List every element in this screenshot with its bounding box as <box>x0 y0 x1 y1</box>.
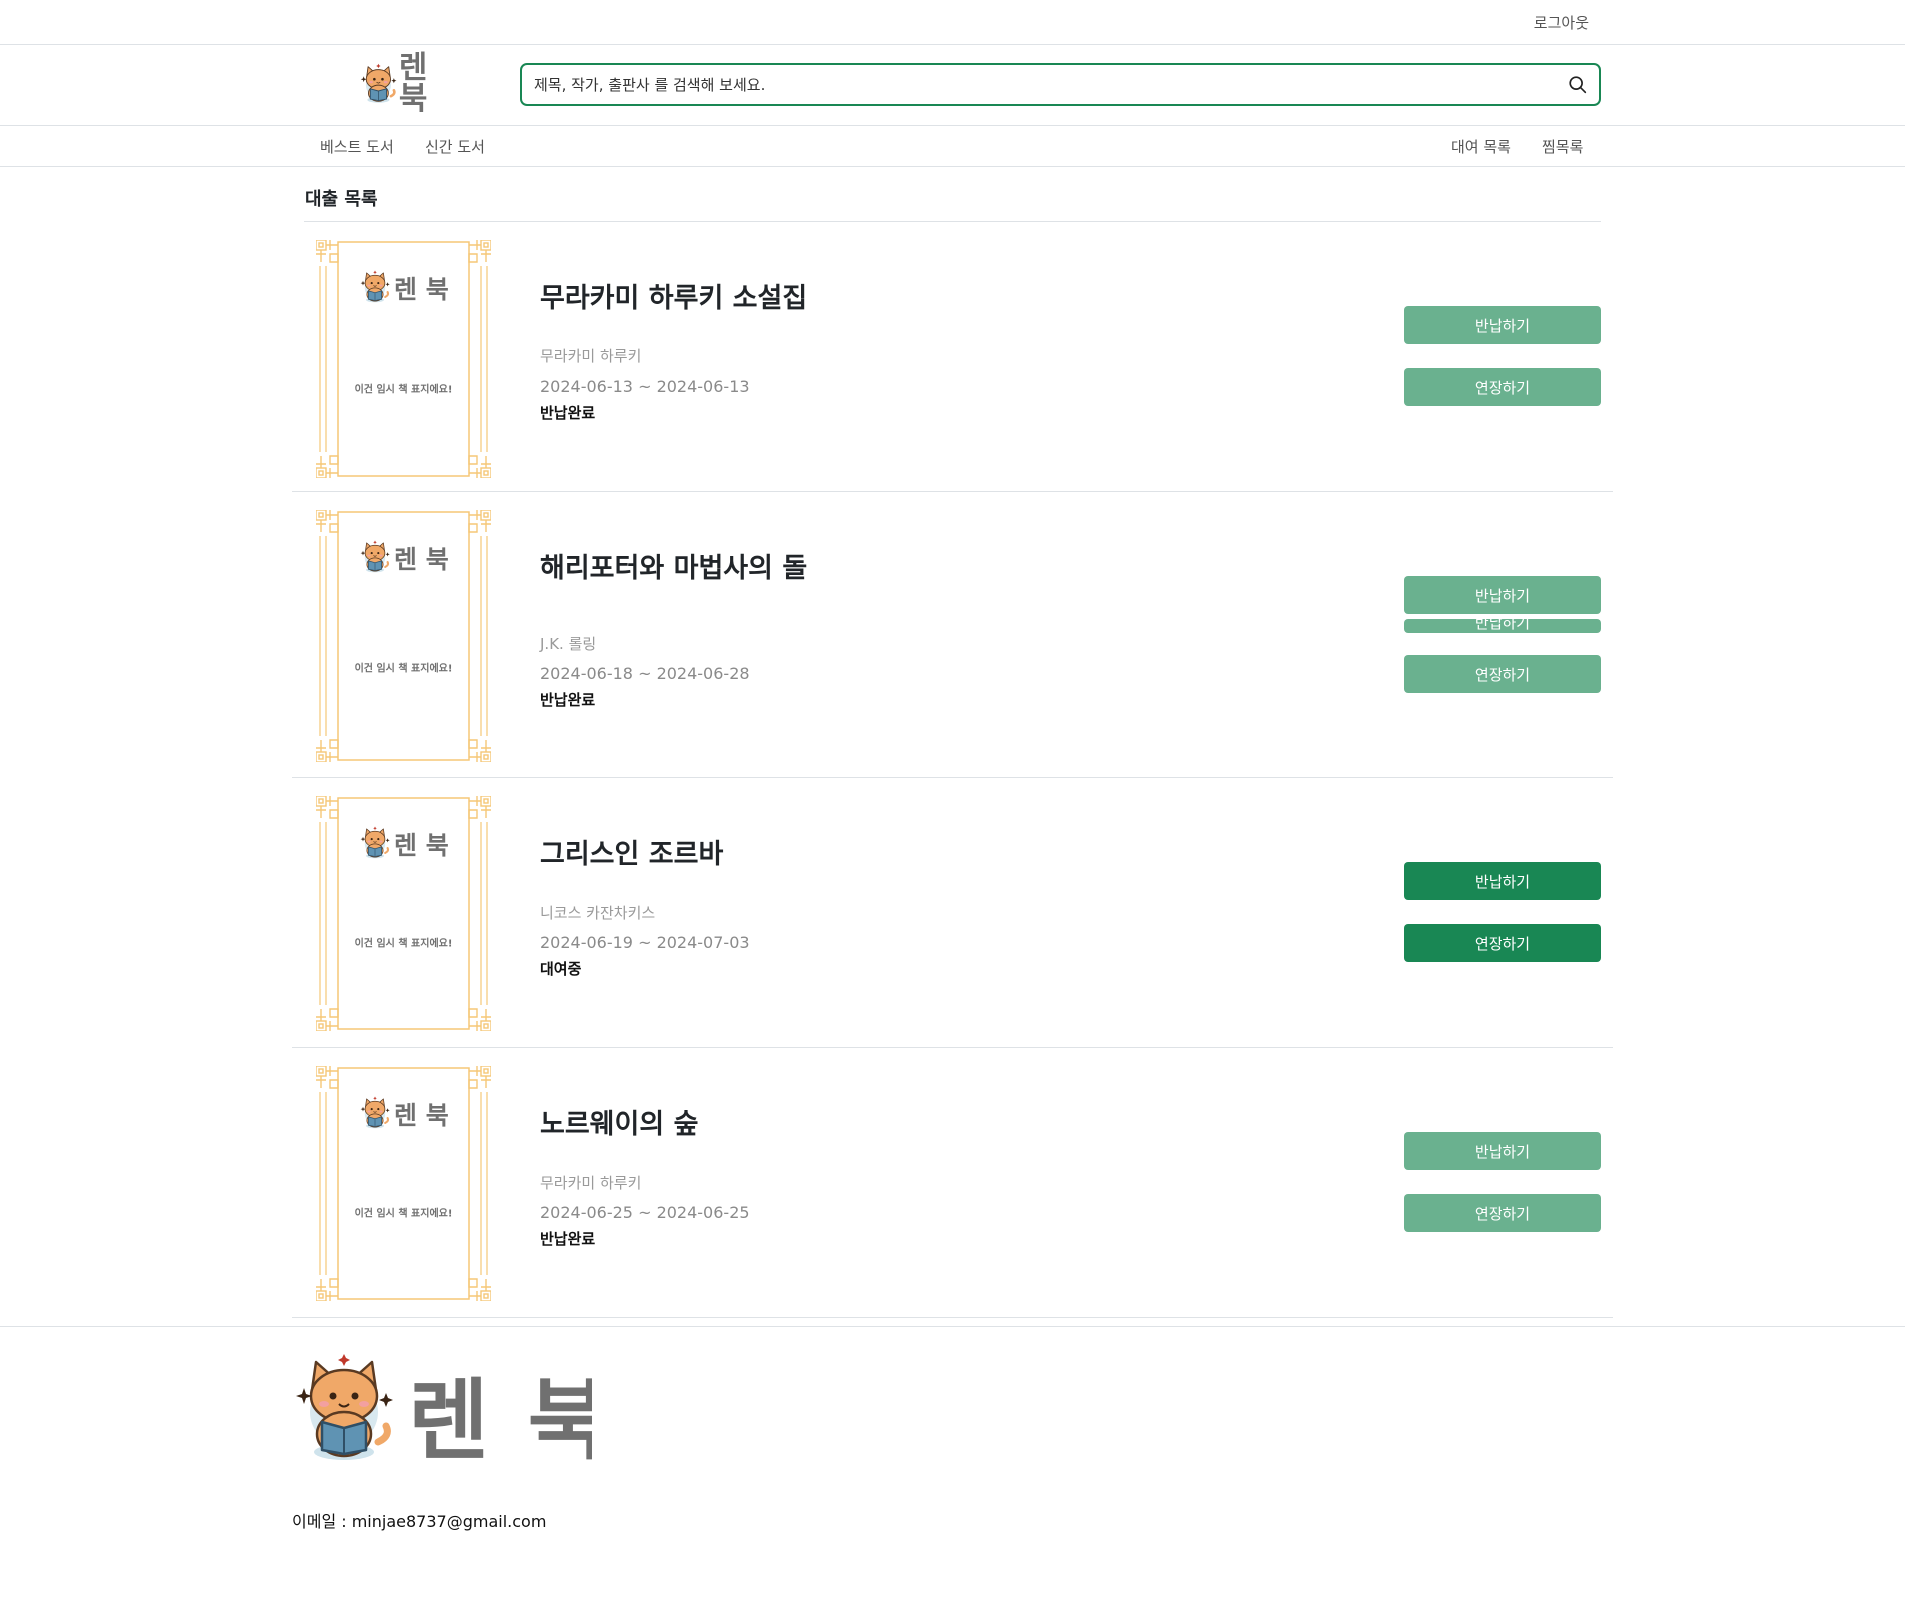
book-cover[interactable]: 렌 북 이건 임시 책 표지에요! <box>315 1065 492 1302</box>
book-cover[interactable]: 렌 북 이건 임시 책 표지에요! <box>315 239 492 479</box>
book-author: 니코스 카잔차키스 <box>540 904 656 922</box>
nav-wishlist[interactable]: 찜목록 <box>1542 136 1583 157</box>
site-logo[interactable]: 렌 북 <box>360 53 464 115</box>
footer-logo-text: 렌 북 <box>408 1369 592 1472</box>
book-cover[interactable]: 렌 북 이건 임시 책 표지에요! <box>315 509 492 763</box>
category-nav: 베스트 도서 신간 도서 대여 목록 찜목록 <box>0 126 1905 167</box>
extend-button[interactable]: 연장하기 <box>1404 924 1601 962</box>
search-input[interactable] <box>534 65 1534 104</box>
cat-mascot-icon <box>360 62 397 106</box>
loan-status: 대여중 <box>540 960 582 978</box>
loan-item: 렌 북 이건 임시 책 표지에요! 노르웨이의 숲무라카미 하루키 2024-06… <box>292 1048 1613 1318</box>
nav-rental-list[interactable]: 대여 목록 <box>1451 136 1511 157</box>
cover-logo-text: 렌 북 <box>394 545 449 574</box>
search-bar <box>520 63 1601 106</box>
loan-dates: 2024-06-13 ~ 2024-06-13 <box>540 377 750 396</box>
return-button[interactable]: 반납하기 <box>1404 576 1601 614</box>
logo-text: 렌 북 <box>398 50 429 117</box>
loan-dates: 2024-06-25 ~ 2024-06-25 <box>540 1203 750 1222</box>
footer-divider <box>0 1326 1905 1327</box>
footer-logo: 렌 북 <box>292 1346 609 1476</box>
top-bar: 로그아웃 <box>0 0 1905 45</box>
cover-logo-text: 렌 북 <box>394 275 449 304</box>
book-cover[interactable]: 렌 북 이건 임시 책 표지에요! <box>315 795 492 1032</box>
cover-logo-text: 렌 북 <box>394 831 449 860</box>
loan-item: 렌 북 이건 임시 책 표지에요! 그리스인 조르바니코스 카잔차키스 2024-… <box>292 778 1613 1048</box>
book-title[interactable]: 해리포터와 마법사의 돌 <box>540 546 807 585</box>
search-icon[interactable] <box>1567 74 1589 96</box>
book-author: J.K. 롤링 <box>540 635 597 653</box>
loan-dates: 2024-06-18 ~ 2024-06-28 <box>540 664 750 683</box>
nav-new-books[interactable]: 신간 도서 <box>425 136 485 157</box>
footer-logo-image: 렌 북 <box>292 1346 609 1472</box>
loan-status: 반납완료 <box>540 691 596 709</box>
book-cover-art: 렌 북 이건 임시 책 표지에요! <box>315 509 492 763</box>
loan-status: 반납완료 <box>540 1230 596 1248</box>
nav-best-books[interactable]: 베스트 도서 <box>320 136 394 157</box>
cover-caption: 이건 임시 책 표지에요! <box>355 661 453 674</box>
site-header: 렌 북 <box>0 45 1905 126</box>
cover-caption: 이건 임시 책 표지에요! <box>355 382 453 395</box>
book-cover-art: 렌 북 이건 임시 책 표지에요! <box>315 1065 492 1302</box>
book-author: 무라카미 하루키 <box>540 347 642 365</box>
book-title[interactable]: 무라카미 하루키 소설집 <box>540 276 807 315</box>
return-button[interactable]: 반납하기 <box>1404 306 1601 344</box>
loan-item: 렌 북 이건 임시 책 표지에요! 무라카미 하루키 소설집무라카미 하루키 20… <box>292 222 1613 492</box>
return-button[interactable]: 반납하기 <box>1404 1132 1601 1170</box>
extend-button[interactable]: 연장하기 <box>1404 368 1601 406</box>
page-title: 대출 목록 <box>305 189 378 210</box>
book-title[interactable]: 그리스인 조르바 <box>540 832 723 871</box>
extend-button[interactable]: 연장하기 <box>1404 1194 1601 1232</box>
extend-button[interactable]: 연장하기 <box>1404 655 1601 693</box>
loan-item: 렌 북 이건 임시 책 표지에요! 해리포터와 마법사의 돌 J.K. 롤링 202… <box>292 492 1613 778</box>
cover-caption: 이건 임시 책 표지에요! <box>355 936 453 949</box>
cover-logo-text: 렌 북 <box>394 1101 449 1130</box>
logout-link[interactable]: 로그아웃 <box>1534 12 1589 33</box>
book-cover-art: 렌 북 이건 임시 책 표지에요! <box>315 239 492 479</box>
loan-status: 반납완료 <box>540 404 596 422</box>
footer-email: 이메일 : minjae8737@gmail.com <box>292 1512 547 1531</box>
loan-dates: 2024-06-19 ~ 2024-07-03 <box>540 933 750 952</box>
book-author: 무라카미 하루키 <box>540 1174 642 1192</box>
book-title[interactable]: 노르웨이의 숲 <box>540 1102 698 1141</box>
cover-caption: 이건 임시 책 표지에요! <box>355 1206 453 1219</box>
book-cover-art: 렌 북 이건 임시 책 표지에요! <box>315 795 492 1032</box>
return-button[interactable]: 반납하기 <box>1404 619 1601 633</box>
return-button[interactable]: 반납하기 <box>1404 862 1601 900</box>
